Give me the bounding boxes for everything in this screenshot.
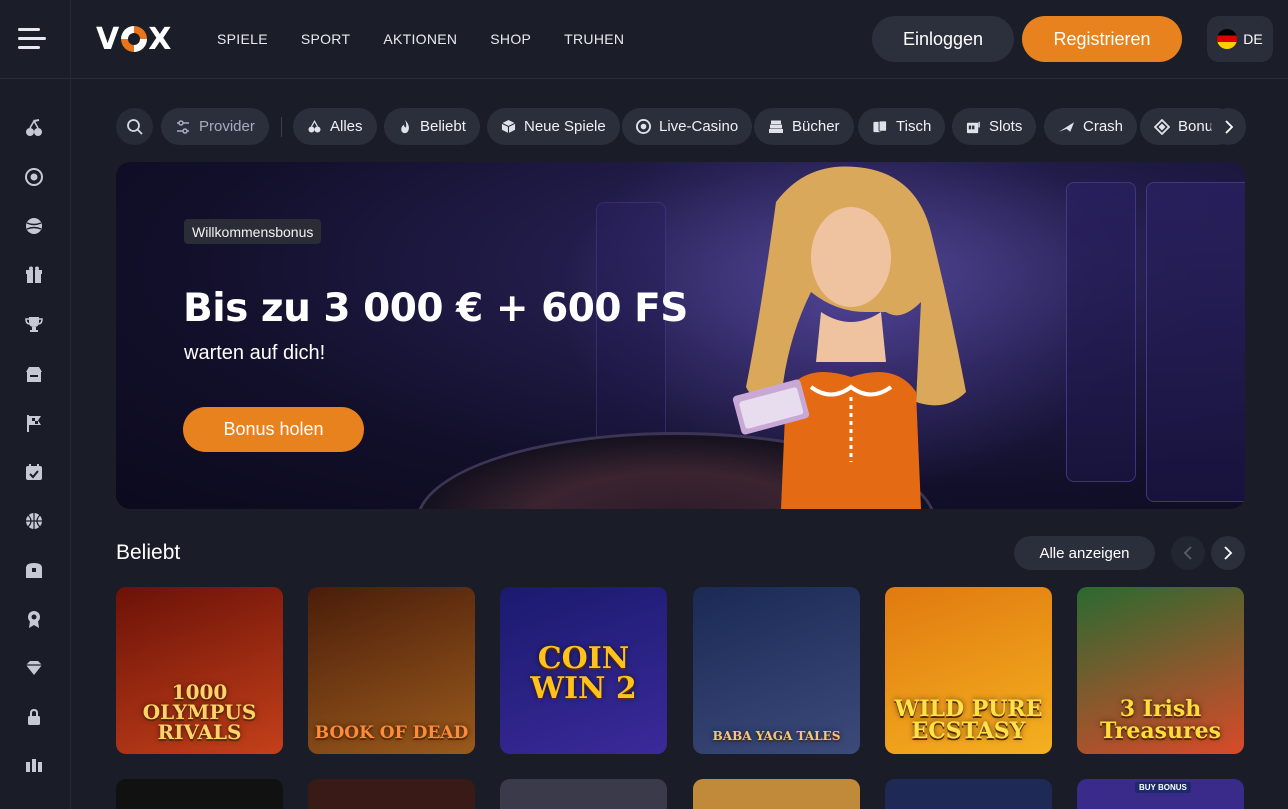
category-label: Tisch: [896, 118, 932, 135]
game-tile-partial[interactable]: [308, 779, 475, 809]
category-label: Bücher: [792, 118, 840, 135]
game-tile[interactable]: COIN WIN 2: [500, 587, 667, 754]
menu-icon[interactable]: [18, 26, 48, 52]
category-separator: [281, 117, 282, 137]
sliders-icon: [177, 119, 189, 134]
main-nav: SPIELE SPORT AKTIONEN SHOP TRUHEN: [217, 31, 624, 47]
trophy-icon[interactable]: [23, 313, 45, 335]
category-neue-spiele[interactable]: Neue Spiele: [487, 108, 620, 145]
basketball-icon[interactable]: [23, 510, 45, 532]
bars-icon[interactable]: [23, 755, 45, 777]
game-title: WILD PURE ECSTASY: [894, 696, 1043, 744]
diamond-icon[interactable]: [23, 657, 45, 679]
section-title: Beliebt: [116, 541, 181, 564]
diamond-icon: [1154, 118, 1170, 135]
chevron-right-icon: [1224, 546, 1233, 560]
game-title: BABA YAGA TALES: [712, 729, 841, 743]
banner-headline: Bis zu 3 000 € + 600 FS: [183, 286, 688, 331]
category-crash[interactable]: Crash: [1044, 108, 1138, 145]
plane-icon: [1058, 121, 1075, 132]
category-buecher[interactable]: Bücher: [754, 108, 854, 145]
category-beliebt[interactable]: Beliebt: [384, 108, 480, 145]
category-label: Crash: [1083, 118, 1124, 135]
game-tile[interactable]: 1000 OLYMPUS RIVALS: [116, 587, 283, 754]
nav-sport[interactable]: SPORT: [301, 31, 350, 47]
shop-icon[interactable]: [23, 363, 45, 385]
roulette-icon[interactable]: [23, 166, 45, 188]
banner-subline: warten auf dich!: [184, 342, 326, 364]
nav-truhen[interactable]: TRUHEN: [564, 31, 624, 47]
fire-icon: [401, 119, 409, 134]
lock-icon[interactable]: [23, 706, 45, 728]
slot-machine-image: [1146, 182, 1245, 502]
category-label: Neue Spiele: [524, 118, 606, 135]
chevron-left-icon: [1183, 546, 1192, 560]
category-label: Beliebt: [420, 118, 466, 135]
buy-bonus-badge: BUY BONUS: [1135, 782, 1191, 793]
category-scroll: Provider Alles Beliebt Neue Spiele Live-…: [116, 108, 1226, 146]
category-label: Live-Casino: [659, 118, 739, 135]
game-title: 3 Irish Treasures: [1100, 696, 1221, 744]
calendar-icon[interactable]: [23, 461, 45, 483]
german-flag-icon: [1217, 29, 1238, 49]
books-icon: [769, 120, 783, 133]
category-tisch[interactable]: Tisch: [858, 108, 946, 145]
game-tile[interactable]: 3 Irish Treasures: [1077, 587, 1244, 754]
show-all-button[interactable]: Alle anzeigen: [1014, 536, 1155, 570]
cherries-icon[interactable]: [23, 117, 45, 139]
welcome-bonus-badge: Willkommensbonus: [184, 219, 322, 244]
hostess-image: [732, 166, 966, 509]
category-label: Alles: [330, 118, 363, 135]
game-tile[interactable]: BABA YAGA TALES: [693, 587, 860, 754]
game-title: BOOK OF DEAD: [314, 723, 469, 743]
sidebar-divider: [70, 0, 71, 809]
badge-icon[interactable]: [23, 608, 45, 630]
category-slots[interactable]: Slots: [952, 108, 1037, 145]
nav-shop[interactable]: SHOP: [490, 31, 531, 47]
game-tile-partial[interactable]: [116, 779, 283, 809]
nav-aktionen[interactable]: AKTIONEN: [383, 31, 457, 47]
provider-label: Provider: [199, 118, 255, 135]
game-title: 1000 OLYMPUS RIVALS: [142, 680, 257, 744]
carousel-next-button[interactable]: [1211, 536, 1245, 570]
game-title: COIN WIN 2: [530, 641, 637, 706]
chip-icon: [636, 119, 651, 134]
bonus-cta-button[interactable]: Bonus holen: [183, 407, 364, 452]
logo-chip-icon: [121, 26, 148, 52]
top-header: VX SPIELE SPORT AKTIONEN SHOP TRUHEN Ein…: [0, 0, 1288, 79]
language-code: DE: [1243, 31, 1263, 47]
slots-icon: [966, 121, 980, 134]
search-button[interactable]: [116, 108, 153, 145]
game-tile[interactable]: WILD PURE ECSTASY: [885, 587, 1052, 754]
logo[interactable]: VX: [96, 22, 172, 57]
cherries-icon: [308, 120, 321, 133]
sports-ball-icon[interactable]: [23, 215, 45, 237]
game-tile-partial[interactable]: [693, 779, 860, 809]
category-bar: Provider Alles Beliebt Neue Spiele Live-…: [116, 108, 1246, 146]
nav-spiele[interactable]: SPIELE: [217, 31, 268, 47]
chevron-right-icon: [1224, 119, 1233, 134]
cube-icon: [501, 119, 516, 134]
cards-icon: [873, 120, 888, 133]
category-scroll-next[interactable]: [1211, 108, 1246, 145]
slot-machine-image: [1066, 182, 1136, 482]
promo-banner[interactable]: [116, 162, 1245, 509]
login-button[interactable]: Einloggen: [872, 16, 1014, 62]
game-tile-partial[interactable]: BUY BONUS: [1077, 779, 1244, 809]
game-tile-partial[interactable]: [885, 779, 1052, 809]
treasure-chest-icon[interactable]: [23, 559, 45, 581]
flag-icon[interactable]: [23, 412, 45, 434]
category-live-casino[interactable]: Live-Casino: [622, 108, 753, 145]
register-button[interactable]: Registrieren: [1022, 16, 1182, 62]
search-icon: [126, 118, 143, 135]
category-label: Slots: [989, 118, 1023, 135]
game-tile[interactable]: BOOK OF DEAD: [308, 587, 475, 754]
provider-filter[interactable]: Provider: [161, 108, 269, 145]
language-selector[interactable]: DE: [1207, 16, 1273, 62]
category-alles[interactable]: Alles: [293, 108, 377, 145]
carousel-prev-button[interactable]: [1171, 536, 1205, 570]
game-tile-partial[interactable]: [500, 779, 667, 809]
gift-icon[interactable]: [23, 264, 45, 286]
